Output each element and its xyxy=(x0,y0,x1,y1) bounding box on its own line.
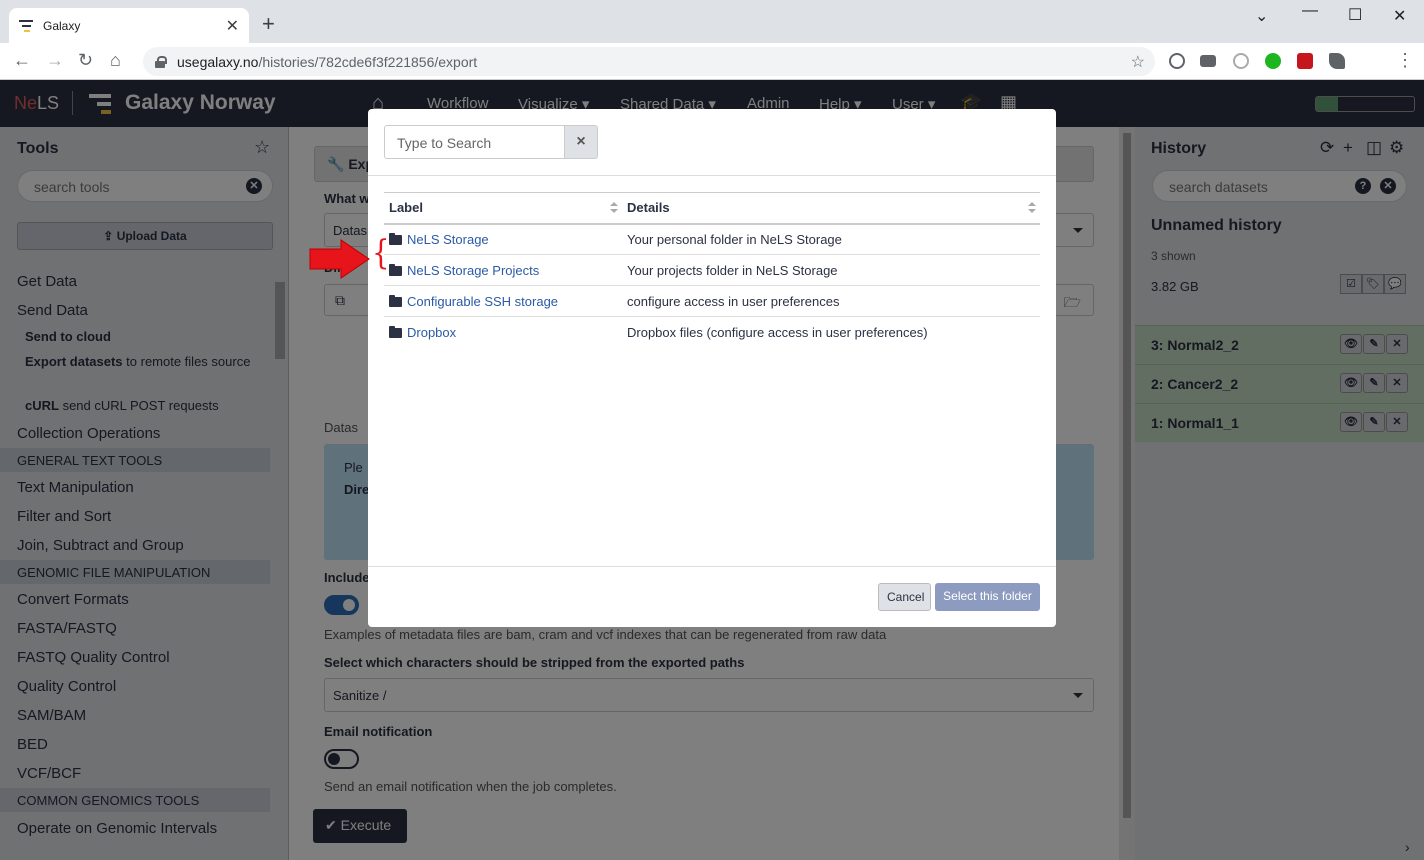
folder-icon xyxy=(389,294,402,307)
sort-icon[interactable] xyxy=(610,202,618,216)
table-row[interactable]: Dropbox Dropbox files (configure access … xyxy=(384,317,1040,348)
source-link-nels-storage[interactable]: NeLS Storage xyxy=(407,232,489,247)
cancel-button[interactable]: Cancel xyxy=(878,583,931,611)
minimize-icon[interactable]: — xyxy=(1302,2,1318,20)
bookmark-star-icon[interactable]: ☆ xyxy=(1131,52,1145,72)
dialog-footer-divider xyxy=(368,566,1056,567)
tab-search-chevron-icon[interactable]: ⌄ xyxy=(1255,6,1268,26)
browser-tab-strip: Galaxy ✕ + ⌄ — ☐ ✕ xyxy=(0,0,1424,43)
new-tab-icon[interactable]: + xyxy=(262,13,275,35)
vpn-extension-icon[interactable] xyxy=(1233,53,1249,69)
extensions-puzzle-icon[interactable] xyxy=(1329,53,1345,69)
browser-toolbar: ← → ↻ ⌂ usegalaxy.no/histories/782cde6f3… xyxy=(0,43,1424,80)
tab-close-icon[interactable]: ✕ xyxy=(226,16,239,36)
reload-icon[interactable]: ↻ xyxy=(78,50,93,71)
url-path: /histories/782cde6f3f221856/export xyxy=(258,53,478,70)
maximize-icon[interactable]: ☐ xyxy=(1348,5,1362,25)
back-icon[interactable]: ← xyxy=(13,50,31,71)
pdf-extension-icon[interactable] xyxy=(1297,53,1313,69)
skype-extension-icon[interactable] xyxy=(1169,53,1185,69)
sort-icon[interactable] xyxy=(1028,202,1036,216)
source-details: configure access in user preferences xyxy=(622,285,1040,317)
annotation-arrow-icon xyxy=(309,239,370,279)
address-bar[interactable]: usegalaxy.no/histories/782cde6f3f221856/… xyxy=(143,47,1155,76)
tab-title: Galaxy xyxy=(43,18,81,33)
source-details: Your projects folder in NeLS Storage xyxy=(622,254,1040,286)
source-details: Dropbox files (configure access in user … xyxy=(627,324,928,340)
url-domain: usegalaxy.no xyxy=(177,53,259,70)
galaxy-favicon-icon xyxy=(19,19,33,32)
table-row[interactable]: NeLS Storage Projects Your projects fold… xyxy=(384,254,1040,286)
folder-icon xyxy=(389,232,402,245)
folder-icon xyxy=(389,325,402,338)
source-link-nels-projects[interactable]: NeLS Storage Projects xyxy=(407,263,539,278)
galaxy-extension-icon[interactable] xyxy=(1200,55,1216,67)
select-folder-button[interactable]: Select this folder xyxy=(935,583,1040,611)
column-header-details[interactable]: Details xyxy=(622,192,1040,225)
window-close-icon[interactable]: ✕ xyxy=(1393,6,1406,26)
browser-menu-icon[interactable]: ⋮ xyxy=(1396,50,1414,71)
folder-icon xyxy=(389,263,402,276)
column-header-label[interactable]: Label xyxy=(384,192,622,225)
source-details: Your personal folder in NeLS Storage xyxy=(622,223,1040,255)
browser-tab[interactable]: Galaxy ✕ xyxy=(9,8,249,43)
lock-icon xyxy=(155,55,167,68)
source-link-ssh[interactable]: Configurable SSH storage xyxy=(407,294,558,309)
dialog-header-divider xyxy=(368,175,1056,176)
home-icon[interactable]: ⌂ xyxy=(110,50,121,71)
table-row[interactable]: Configurable SSH storage configure acces… xyxy=(384,285,1040,317)
file-source-dialog: Type to Search × Label Details NeLS Stor… xyxy=(368,109,1056,627)
table-row[interactable]: NeLS Storage Your personal folder in NeL… xyxy=(384,223,1040,255)
dialog-search-input[interactable]: Type to Search xyxy=(384,125,564,159)
dialog-search-clear-icon[interactable]: × xyxy=(564,125,598,159)
file-sources-table: Label Details NeLS Storage Your personal… xyxy=(384,192,1040,348)
green-extension-icon[interactable] xyxy=(1265,53,1281,69)
source-link-dropbox[interactable]: Dropbox xyxy=(407,325,456,340)
annotation-brace: { xyxy=(372,233,390,273)
forward-icon[interactable]: → xyxy=(46,50,64,71)
